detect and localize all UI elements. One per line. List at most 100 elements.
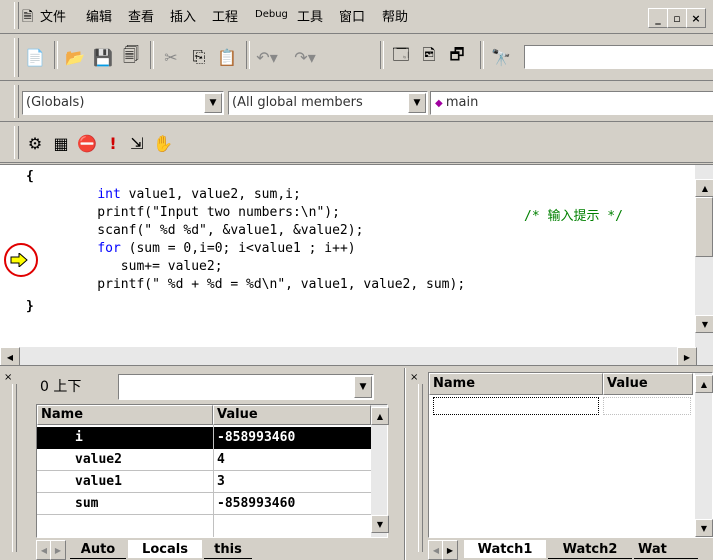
save-all-icon[interactable]: 🗐 [118,44,144,70]
build-grip[interactable] [14,126,19,159]
code-line: for (sum = 0,i=0; i<value1 ; i++) [97,241,356,256]
function-combo-value: ◆ main [435,95,479,110]
watch-new-entry[interactable] [433,397,599,415]
pane-splitter[interactable] [404,368,406,560]
separator [380,41,384,69]
new-text-icon[interactable]: 📄 [22,44,48,70]
menu-edit[interactable]: 编辑 [86,6,112,25]
code-line: printf("Input two numbers:\n"); [66,205,340,220]
go-icon[interactable]: ⇲ [124,130,150,156]
context-combo[interactable]: ▼ [118,374,374,400]
scroll-thumb[interactable] [695,197,713,257]
menu-tools[interactable]: 工具 [297,6,323,25]
function-combo[interactable]: ◆ main [430,91,713,115]
tab-scroll-right-icon[interactable]: ▶ [50,540,66,560]
workspace-icon[interactable]: 🗔 [388,44,414,70]
scope-combo[interactable]: (Globals) ▼ [22,91,224,115]
code-editor[interactable]: { int value1, value2, sum,i; printf("Inp… [0,164,713,366]
table-cell-value: 4 [217,452,225,467]
compile-icon[interactable]: ⚙ [22,130,48,156]
watch-tabs: ◀ ▶ Watch1 Watch2 Wat [428,540,713,560]
code-line: } [26,299,34,314]
undo-icon[interactable]: ↶▾ [254,44,280,70]
tab-watch1[interactable]: Watch1 [464,540,546,558]
pane-grip[interactable] [12,384,17,552]
menu-project[interactable]: 工程 [212,6,238,25]
wizard-grip[interactable] [14,85,19,118]
watch-pane: × Name Value ▲ ▼ ◀ ▶ Watch1 Watch2 Wat [406,368,713,560]
breakpoint-hand-icon[interactable]: ✋ [150,130,176,156]
scroll-up-icon[interactable]: ▲ [371,407,389,425]
copy-icon[interactable]: ⎘ [186,44,212,70]
output-icon[interactable]: 🖻 [416,44,442,70]
table-row-selected[interactable] [37,427,371,449]
menu-help[interactable]: 帮助 [382,6,408,25]
menu-view[interactable]: 查看 [128,6,154,25]
chevron-down-icon[interactable]: ▼ [354,376,372,398]
watch-scrollbar[interactable]: ▲ ▼ [695,373,713,537]
menu-window[interactable]: 窗口 [339,6,365,25]
doc-icon: 🗎 [22,9,34,25]
code-horizontal-scrollbar[interactable]: ◀ ▶ [0,347,713,365]
table-cell-name: value1 [75,474,122,489]
menu-debug[interactable]: Debug [255,9,288,20]
cut-icon[interactable]: ✂ [158,44,184,70]
chevron-down-icon[interactable]: ▼ [408,93,426,113]
scroll-down-icon[interactable]: ▼ [371,515,389,533]
variables-table: Name Value i -858993460 value2 4 value1 … [36,404,389,538]
column-header-value[interactable]: Value [213,405,371,425]
pane-grip[interactable] [418,384,423,552]
column-header-name[interactable]: Name [37,405,213,425]
separator [150,41,154,69]
chevron-down-icon[interactable]: ▼ [204,93,222,113]
watch-new-value [603,397,691,415]
keyword: int [97,187,121,202]
column-header-name[interactable]: Name [429,373,603,395]
open-icon[interactable]: 📂 [62,44,88,70]
window-list-icon[interactable]: 🗗 [444,44,470,70]
find-combo[interactable] [524,45,713,69]
stop-build-icon[interactable]: ⛔ [74,130,100,156]
find-in-files-icon[interactable]: 🔭 [488,44,514,70]
code-line: printf(" %d + %d = %d\n", value1, value2… [66,277,466,292]
scroll-down-icon[interactable]: ▼ [695,315,713,333]
tab-locals[interactable]: Locals [128,540,202,558]
separator [246,41,250,69]
members-combo[interactable]: (All global members ▼ [228,91,428,115]
variables-scrollbar[interactable]: ▲ ▼ [371,405,389,537]
code-comment: /* 输入提示 */ [524,209,623,224]
scroll-down-icon[interactable]: ▼ [695,519,713,537]
pane-close-icon[interactable]: × [410,372,418,383]
tab-this[interactable]: this [204,540,252,559]
code-line: scanf(" %d %d", &value1, &value2); [66,223,364,238]
pane-close-icon[interactable]: × [4,372,12,383]
context-label: 0 上下 [40,379,82,395]
current-line-arrow-icon [10,251,28,269]
minimize-button[interactable]: _ [648,8,668,28]
toolbar-grip[interactable] [14,38,19,77]
execute-icon[interactable]: ! [100,130,126,156]
variables-tabs: ◀ ▶ Auto Locals this [36,540,388,560]
separator [480,41,484,69]
paste-icon[interactable]: 📋 [214,44,240,70]
tab-auto[interactable]: Auto [70,540,126,559]
column-divider [213,425,214,537]
save-icon[interactable]: 💾 [90,44,116,70]
redo-icon[interactable]: ↷▾ [292,44,318,70]
tab-watch2[interactable]: Watch2 [548,540,632,559]
code-vertical-scrollbar[interactable]: ▲ ▼ [695,165,713,347]
scroll-up-icon[interactable]: ▲ [695,179,713,197]
restore-button[interactable]: ▫ [667,8,687,28]
build-icon[interactable]: ▦ [48,130,74,156]
menu-file[interactable]: 文件 [40,6,66,25]
scroll-right-icon[interactable]: ▶ [677,347,697,365]
standard-toolbar: 📄 📂 💾 🗐 ✂ ⎘ 📋 ↶▾ ↷▾ 🗔 🖻 🗗 🔭 [0,35,713,81]
scroll-left-icon[interactable]: ◀ [0,347,20,365]
scroll-up-icon[interactable]: ▲ [695,375,713,393]
column-header-value[interactable]: Value [603,373,693,395]
tab-scroll-right-icon[interactable]: ▶ [442,540,458,560]
tab-watch3[interactable]: Wat [634,540,698,559]
menu-grip[interactable] [14,2,19,29]
menu-insert[interactable]: 插入 [170,6,196,25]
close-button[interactable]: × [686,8,706,28]
